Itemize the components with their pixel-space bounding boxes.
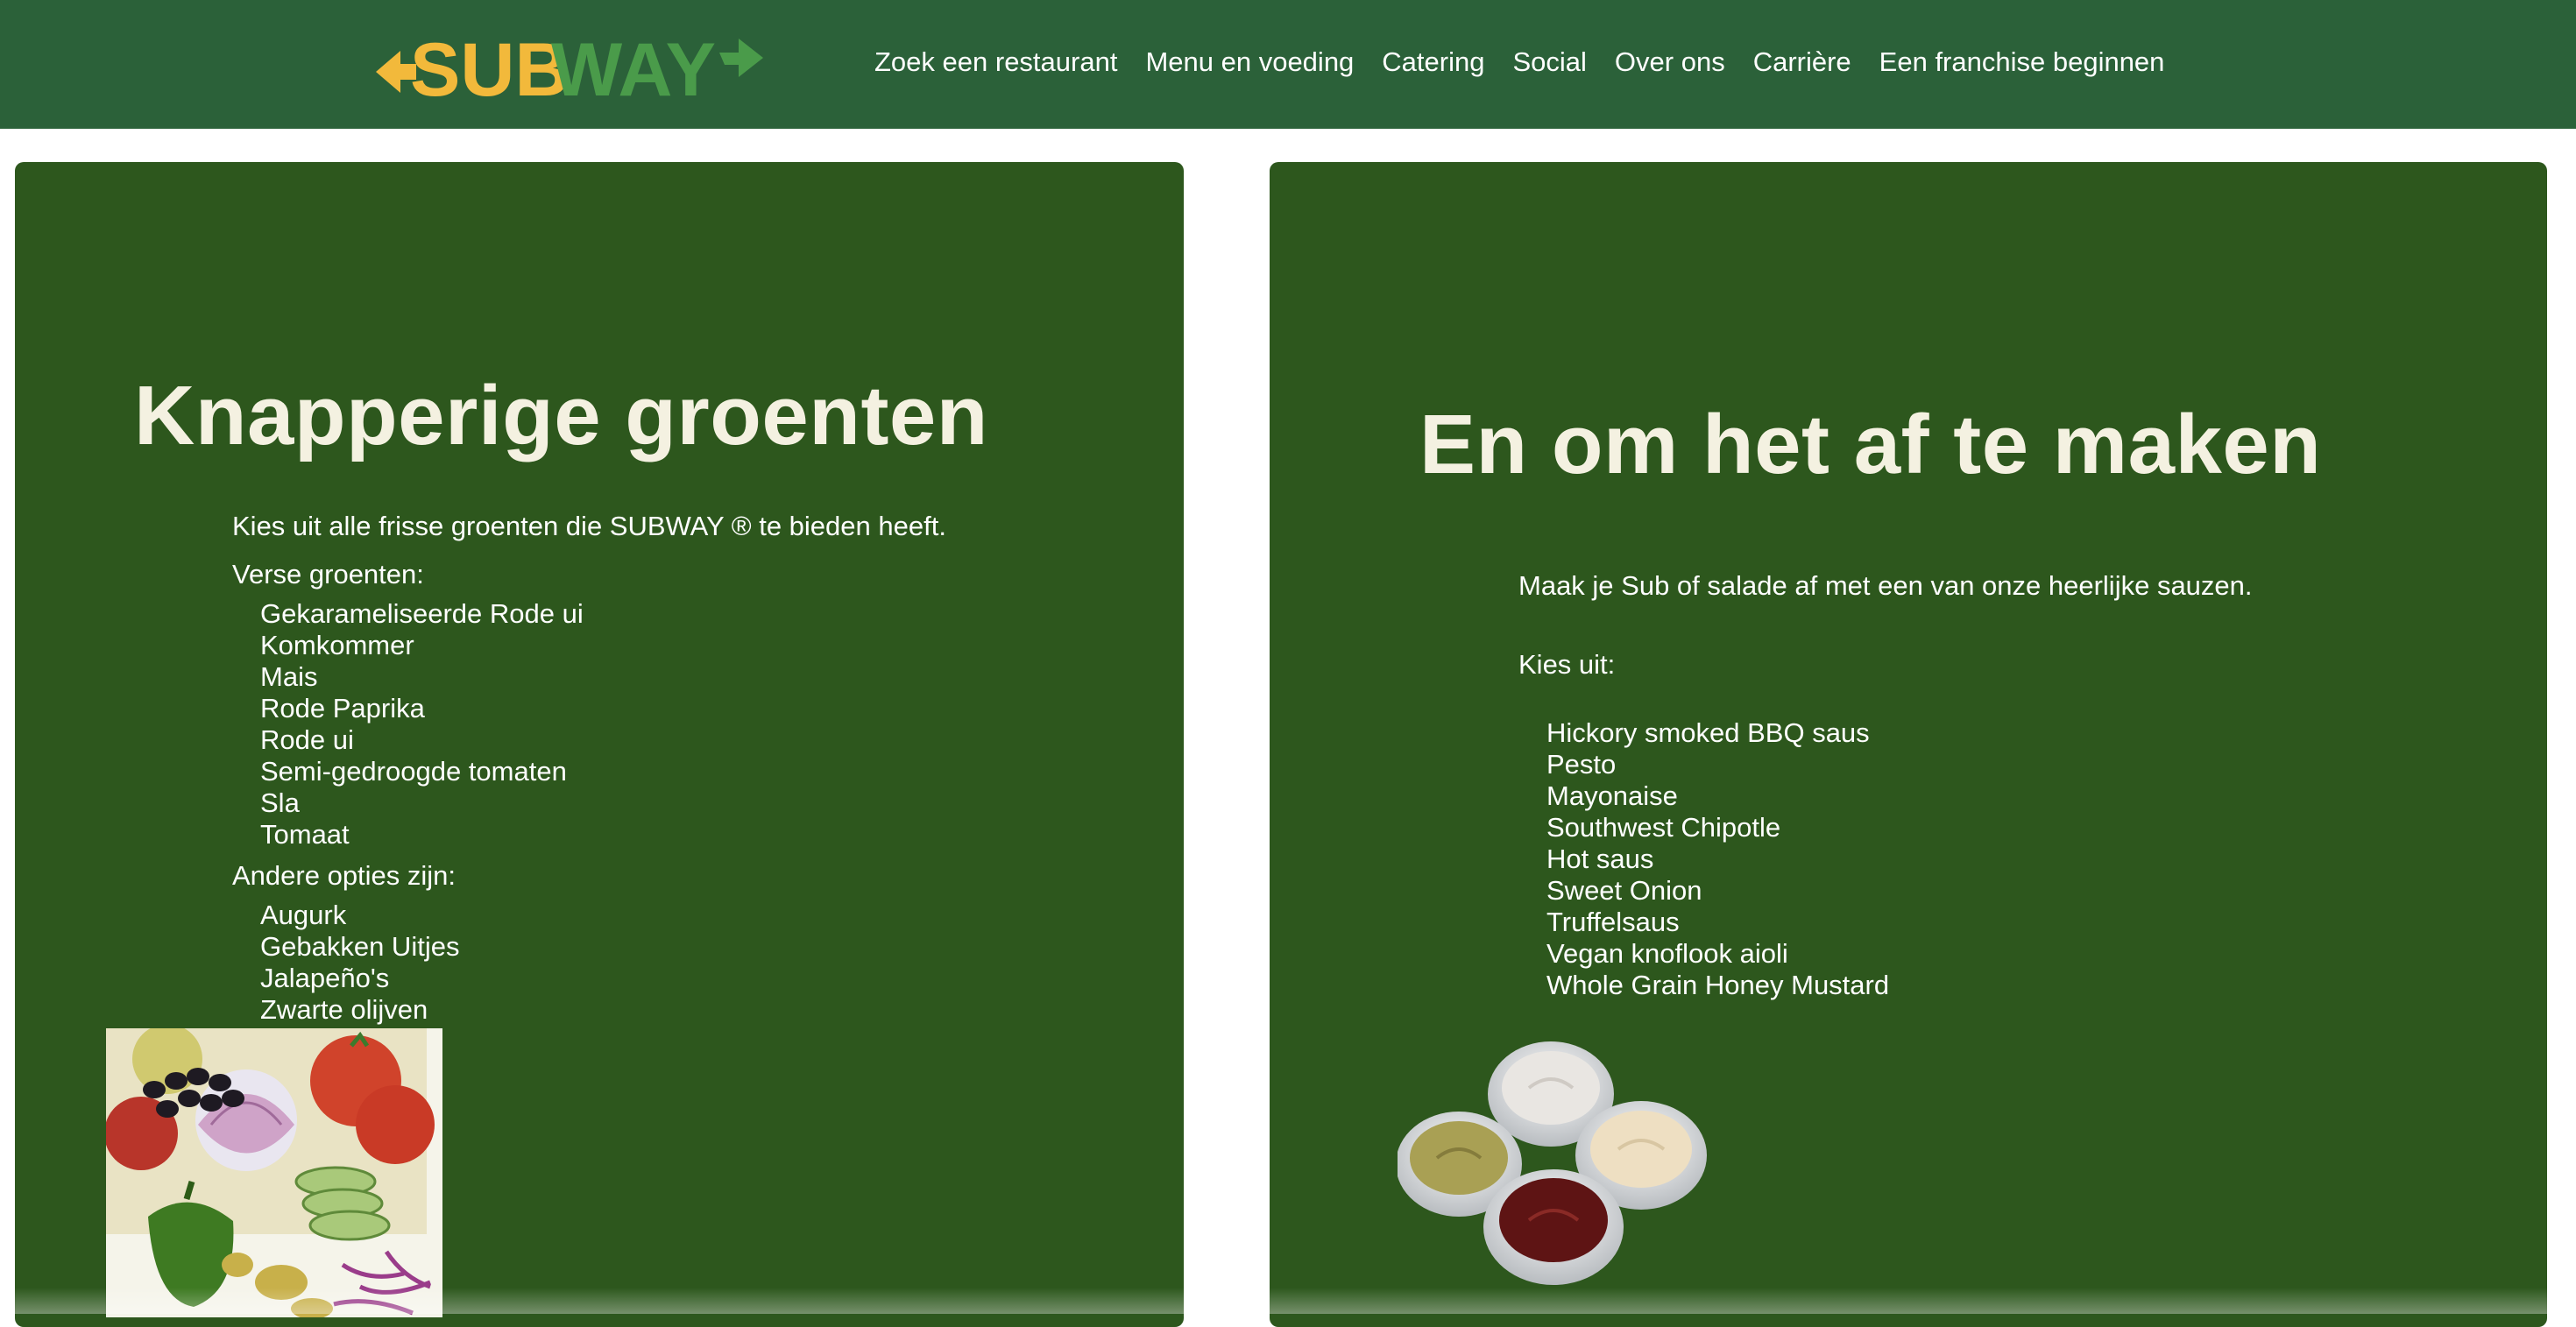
sauces-choose-label: Kies uit: (1518, 649, 1616, 680)
list-item: Mayonaise (1546, 780, 1678, 811)
nav-franchise[interactable]: Een franchise beginnen (1879, 46, 2165, 78)
top-navigation-bar: SUB WAY Zoek een restaurant Menu en voed… (0, 0, 2576, 129)
list-item: Jalapeño's (260, 963, 390, 993)
subway-logo[interactable]: SUB WAY (371, 23, 765, 107)
list-item: Rode Paprika (260, 693, 425, 723)
sauce-cups-photo (1398, 1041, 1707, 1285)
list-item: Sla (260, 787, 300, 818)
sauces-list: Hickory smoked BBQ saus Pesto Mayonaise … (1546, 717, 1889, 1001)
nav-careers[interactable]: Carrière (1753, 46, 1851, 78)
sauces-panel: En om het af te maken Maak je Sub of sal… (1270, 162, 2547, 1327)
nav-catering[interactable]: Catering (1382, 46, 1484, 78)
sauces-intro: Maak je Sub of salade af met een van onz… (1518, 570, 2253, 601)
vegetables-panel: Knapperige groenten Kies uit alle frisse… (15, 162, 1184, 1327)
vegetables-title: Knapperige groenten (134, 369, 988, 462)
list-item: Whole Grain Honey Mustard (1546, 970, 1890, 1000)
fresh-vegetables-list: Gekarameliseerde Rode ui Komkommer Mais … (260, 598, 584, 851)
list-item: Pesto (1546, 749, 1617, 780)
nav-social[interactable]: Social (1512, 46, 1586, 78)
list-item: Mais (260, 661, 318, 692)
main-nav: Zoek een restaurant Menu en voeding Cate… (874, 40, 2192, 84)
list-item: Tomaat (260, 819, 350, 850)
vegetables-intro: Kies uit alle frisse groenten die SUBWAY… (232, 511, 946, 541)
vegetables-photo (106, 1028, 442, 1317)
list-item: Southwest Chipotle (1546, 812, 1781, 843)
list-item: Hickory smoked BBQ saus (1546, 717, 1870, 748)
nav-find-restaurant[interactable]: Zoek een restaurant (874, 46, 1117, 78)
other-options-list: Augurk Gebakken Uitjes Jalapeño's Zwarte… (260, 900, 459, 1026)
list-item: Truffelsaus (1546, 907, 1680, 937)
list-item: Komkommer (260, 630, 414, 660)
list-item: Semi-gedroogde tomaten (260, 756, 567, 787)
list-item: Augurk (260, 900, 347, 930)
nav-about[interactable]: Over ons (1615, 46, 1725, 78)
svg-text:WAY: WAY (551, 28, 716, 107)
list-item: Hot saus (1546, 843, 1654, 874)
list-item: Gekarameliseerde Rode ui (260, 598, 584, 629)
list-item: Rode ui (260, 724, 354, 755)
sauces-title: En om het af te maken (1419, 398, 2322, 491)
list-item: Vegan knoflook aioli (1546, 938, 1788, 969)
list-item: Zwarte olijven (260, 994, 428, 1025)
svg-text:SUB: SUB (410, 28, 570, 107)
nav-menu-nutrition[interactable]: Menu en voeding (1145, 46, 1354, 78)
list-item: Sweet Onion (1546, 875, 1702, 906)
other-options-heading: Andere opties zijn: (232, 860, 456, 891)
list-item: Gebakken Uitjes (260, 931, 460, 962)
fresh-vegetables-heading: Verse groenten: (232, 559, 424, 589)
